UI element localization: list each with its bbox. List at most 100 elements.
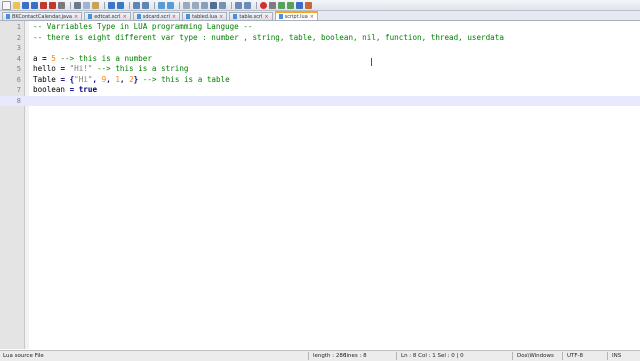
status-divider (607, 352, 608, 360)
run-macro-multiple-icon[interactable] (287, 1, 294, 9)
tab-label: sdcard.scrl (142, 13, 170, 20)
line-code[interactable]: -- there is eight different var type : n… (33, 33, 504, 44)
file-icon (6, 14, 10, 19)
code-token: , (106, 74, 116, 84)
status-divider (396, 352, 397, 360)
spell-check-icon[interactable] (305, 1, 312, 9)
code-token: hello (33, 64, 61, 73)
tab-close-icon[interactable]: × (74, 14, 78, 20)
code-line[interactable]: 5 hello = "Hi!" --> this is a string (0, 64, 640, 75)
redo-icon[interactable] (117, 1, 124, 9)
toolbar-divider (179, 1, 180, 9)
status-bar: Lua source File length : 286 lines : 8 L… (0, 350, 640, 361)
indent-guide-icon[interactable] (219, 1, 226, 9)
print-icon[interactable] (58, 1, 65, 9)
word-wrap-icon[interactable] (201, 1, 208, 9)
line-number: 2 (16, 33, 21, 42)
line-number: 7 (16, 86, 21, 94)
tab-close-icon[interactable]: × (172, 14, 176, 20)
find-icon[interactable] (133, 1, 140, 9)
code-token: -- Varriables Type in LUA programming La… (33, 22, 253, 31)
stop-macro-icon[interactable] (269, 1, 276, 9)
sync-scroll-v-icon[interactable] (183, 1, 190, 9)
code-line[interactable]: 7 boolean = true (0, 85, 640, 96)
file-icon (186, 14, 191, 19)
line-code[interactable]: Table = {"Hi", 9, 1, 2} --> this is a ta… (33, 75, 230, 86)
mouse-text-cursor (371, 58, 372, 66)
doc-map-icon[interactable] (235, 1, 242, 9)
code-token: -- there is eight different var type : n… (33, 32, 504, 42)
tab-tabled[interactable]: tabled.lua × (182, 12, 228, 20)
code-token: Table (33, 74, 61, 84)
tab-edtcat[interactable]: edtcat.scrl × (84, 12, 131, 20)
tab-script-lua[interactable]: script.lua × (274, 11, 318, 20)
tab-close-icon[interactable]: × (310, 14, 314, 20)
line-number: 5 (16, 65, 21, 73)
new-file-icon[interactable] (2, 0, 11, 10)
sync-scroll-h-icon[interactable] (192, 1, 199, 9)
code-line[interactable]: 3 (0, 43, 640, 54)
line-number: 6 (16, 75, 21, 84)
tab-label: tabled.lua (192, 13, 218, 20)
status-divider (512, 352, 513, 360)
file-icon (278, 14, 283, 19)
code-editor[interactable]: 1 -- Varriables Type in LUA programming L… (0, 21, 640, 349)
code-token: } (133, 74, 143, 84)
replace-icon[interactable] (142, 1, 149, 9)
copy-icon[interactable] (83, 1, 90, 9)
tab-bkcontactcalendar[interactable]: BKContactCalendar.java × (2, 12, 83, 20)
save-macro-icon[interactable] (296, 1, 303, 9)
code-token: "Hi" (74, 74, 93, 84)
code-token: --> this is a number (60, 53, 152, 63)
tab-label: BKContactCalendar.java (12, 13, 72, 20)
record-macro-icon[interactable] (260, 1, 267, 9)
code-line[interactable]: 8 (0, 95, 640, 106)
tab-table[interactable]: table.scrl × (229, 12, 273, 20)
toolbar-divider (129, 1, 130, 9)
file-icon (233, 14, 238, 19)
code-token: true (74, 85, 98, 94)
save-icon[interactable] (22, 1, 29, 9)
code-token: , (119, 74, 130, 84)
code-token: --> this is a string (97, 64, 189, 73)
undo-icon[interactable] (108, 1, 115, 9)
tab-label: script.lua (284, 13, 308, 20)
paste-icon[interactable] (92, 1, 99, 9)
code-line[interactable]: 4 a = 5 --> this is a number (0, 54, 640, 65)
line-code[interactable]: hello = "Hi!" --> this is a string (33, 64, 188, 75)
tab-close-icon[interactable]: × (219, 14, 223, 20)
code-line[interactable]: 2 -- there is eight different var type : … (0, 33, 640, 44)
cut-icon[interactable] (74, 1, 81, 9)
function-list-icon[interactable] (244, 1, 251, 9)
code-line[interactable]: 1 -- Varriables Type in LUA programming L… (0, 22, 640, 33)
show-all-chars-icon[interactable] (210, 1, 217, 9)
tab-close-icon[interactable]: × (123, 14, 127, 20)
code-token: --> this is a table (142, 74, 230, 84)
file-icon (88, 14, 93, 19)
open-file-icon[interactable] (13, 1, 20, 9)
code-token: 5 (46, 53, 61, 63)
line-number: 3 (16, 44, 21, 52)
status-divider (562, 352, 563, 360)
zoom-out-icon[interactable] (167, 1, 174, 9)
line-number: 8 (16, 96, 21, 105)
tab-label: edtcat.scrl (94, 13, 121, 20)
status-divider (308, 352, 309, 360)
code-token: "Hi!" (65, 64, 98, 73)
toolbar-divider (231, 1, 232, 9)
tab-close-icon[interactable]: × (264, 14, 268, 20)
close-icon[interactable] (40, 1, 47, 9)
line-code[interactable]: -- Varriables Type in LUA programming La… (33, 22, 252, 33)
zoom-in-icon[interactable] (158, 1, 165, 9)
code-token: { (65, 74, 75, 84)
code-line[interactable]: 6 Table = {"Hi", 9, 1, 2} --> this is a t… (0, 75, 640, 86)
line-code[interactable]: a = 5 --> this is a number (33, 54, 152, 65)
play-macro-icon[interactable] (278, 1, 285, 9)
toolbar-divider (256, 1, 257, 9)
line-code[interactable]: boolean = true (33, 85, 97, 96)
close-all-icon[interactable] (49, 1, 56, 9)
toolbar-divider (104, 1, 105, 9)
toolbar-divider (154, 1, 155, 9)
tab-sdcard[interactable]: sdcard.scrl × (132, 12, 181, 20)
save-all-icon[interactable] (31, 1, 38, 9)
